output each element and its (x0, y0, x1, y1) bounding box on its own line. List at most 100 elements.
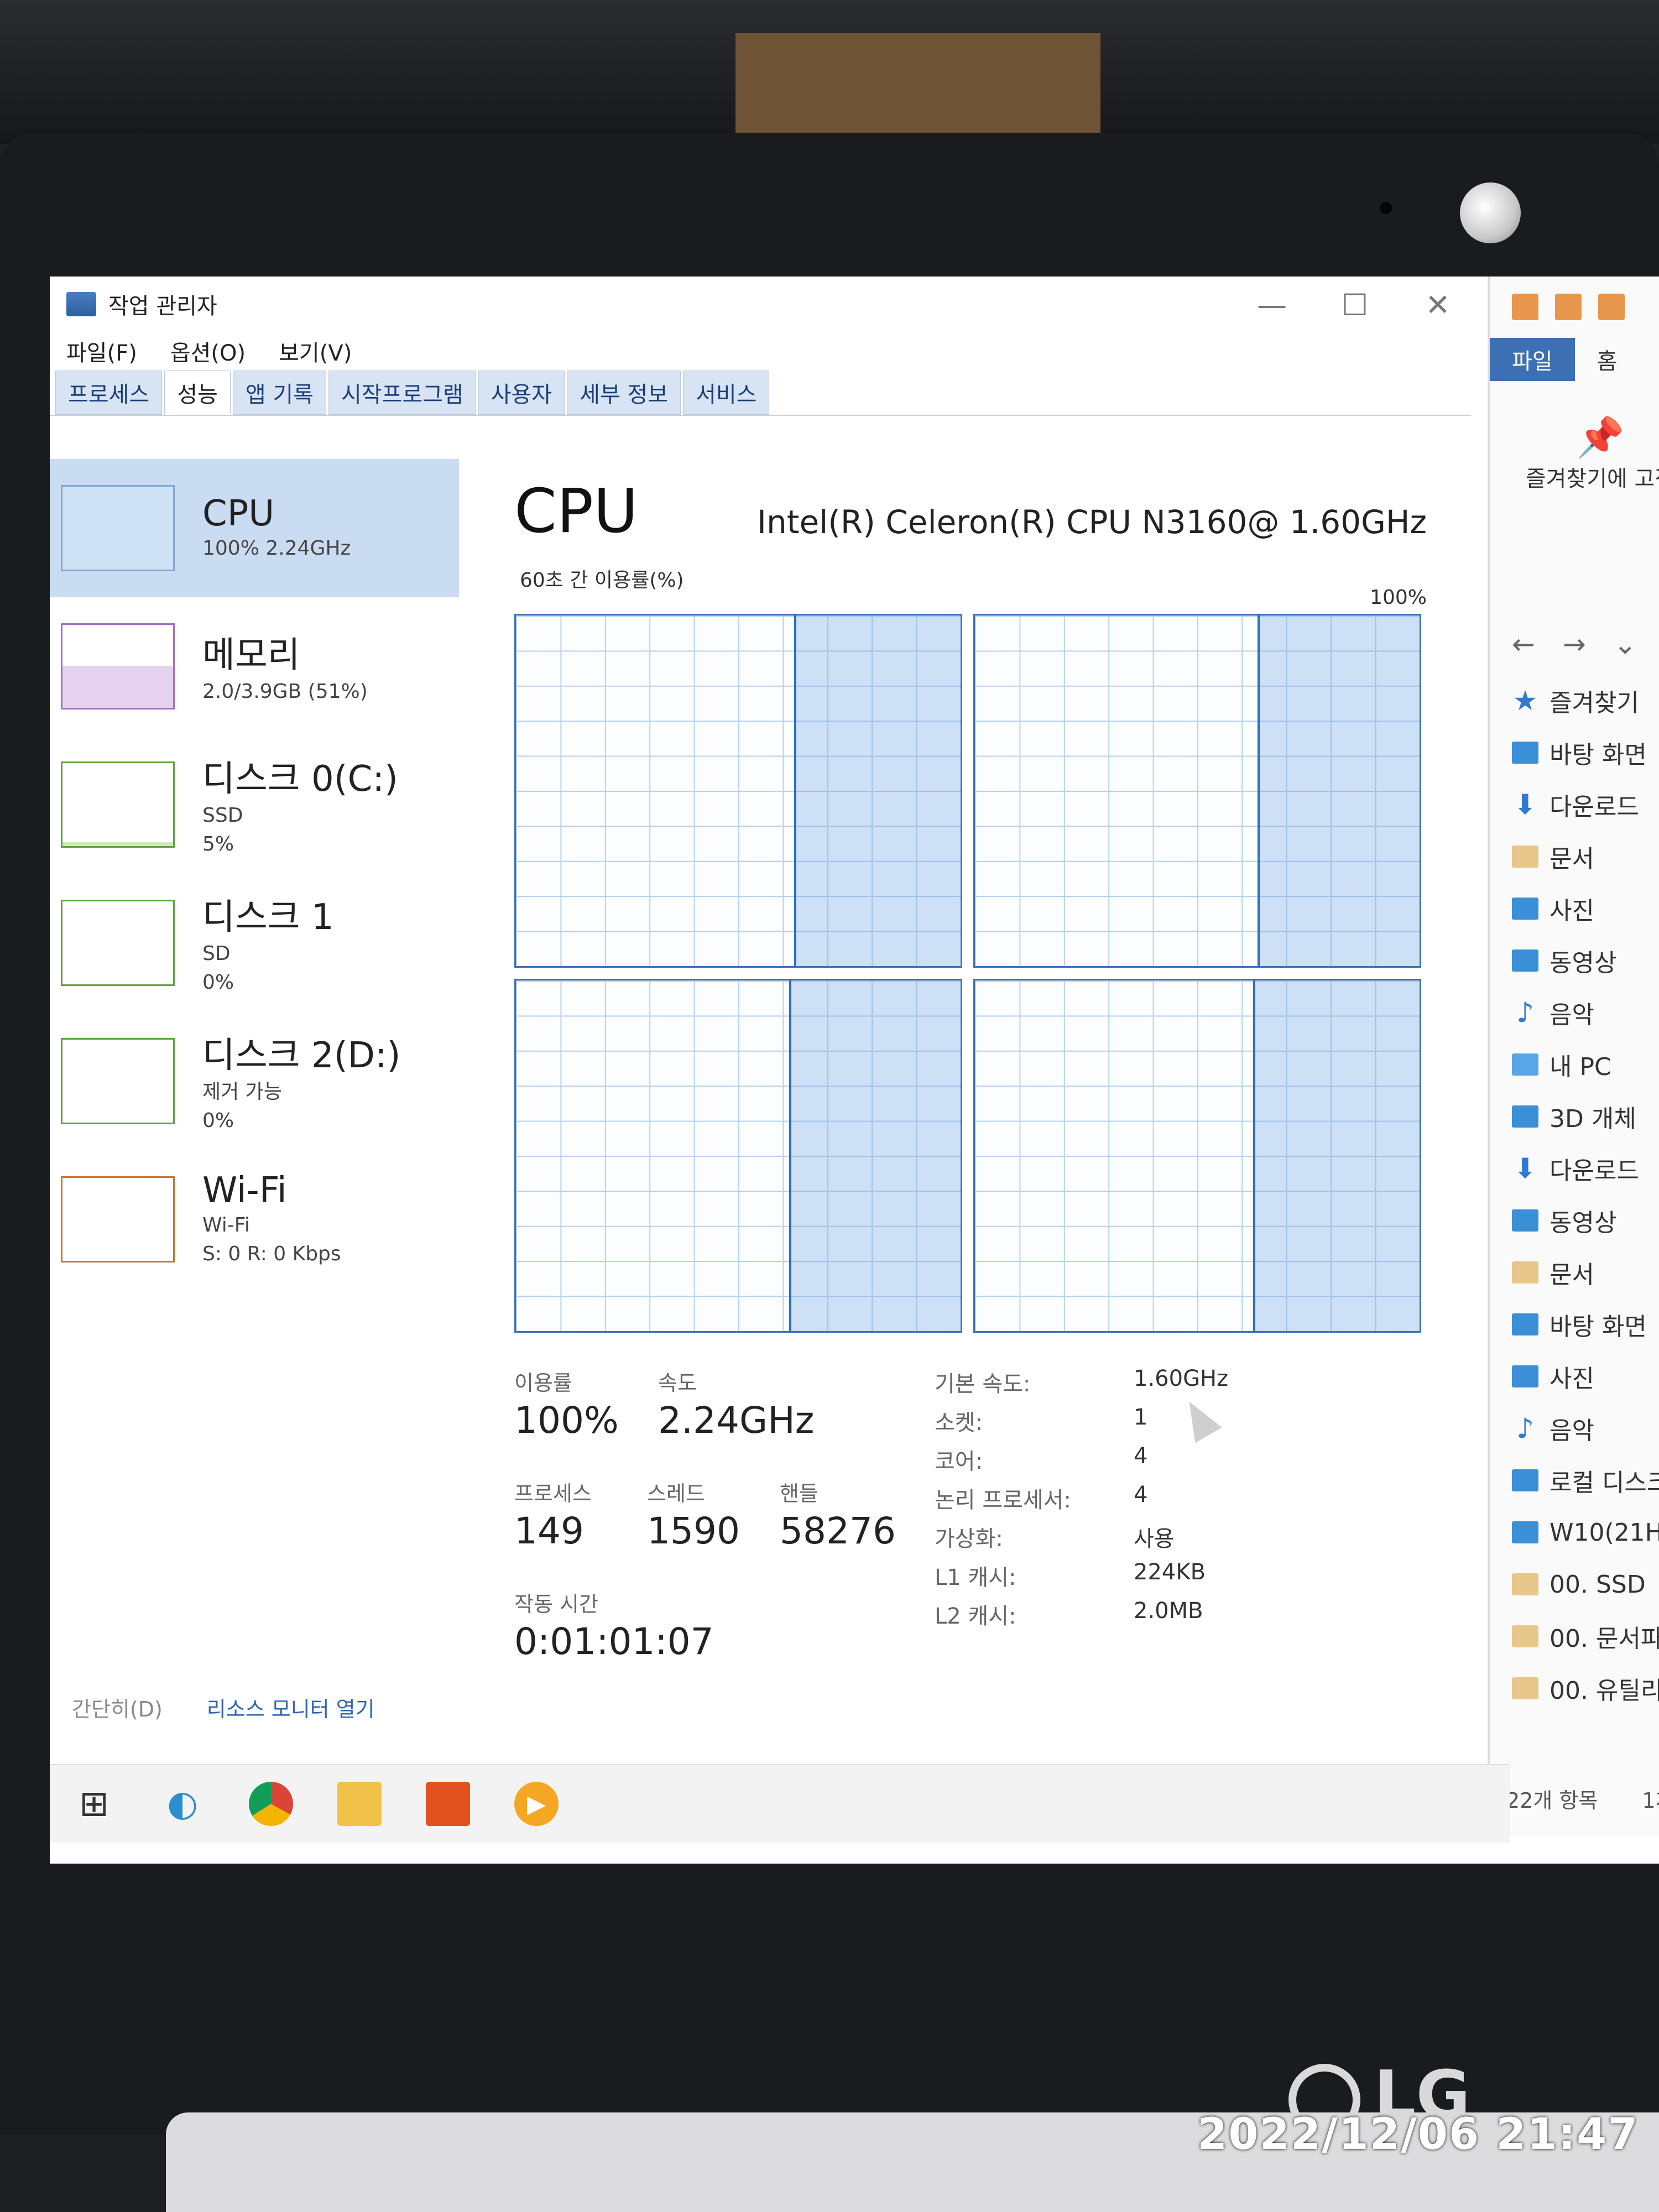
nav-item-label: 00. 문서파 (1550, 1625, 1659, 1653)
close-button[interactable]: ✕ (1416, 288, 1460, 322)
nav-item-label: 바탕 화면 (1550, 741, 1647, 769)
quick-access-toolbar (1490, 276, 1659, 337)
document-icon (1512, 846, 1538, 868)
folder-icon (1512, 1573, 1538, 1595)
detail-value: 2.0MB (1134, 1598, 1203, 1624)
nav-item-label: 바탕 화면 (1550, 1313, 1647, 1341)
nav-item[interactable]: W10(21H2) (1512, 1506, 1659, 1558)
menu-file[interactable]: 파일(F) (66, 335, 137, 367)
ribbon-tab-file[interactable]: 파일 (1490, 338, 1575, 381)
tab-processes[interactable]: 프로세스 (55, 371, 163, 415)
nav-item-label: 동영상 (1550, 1209, 1617, 1237)
laptop-screen: 작업 관리자 — ☐ ✕ 파일(F) 옵션(O) 보기(V) 프로세스 성능 앱… (50, 276, 1659, 1864)
sidebar-item-detail: SSD (202, 804, 243, 827)
nav-item[interactable]: 바탕 화면 (1512, 1298, 1659, 1350)
media-player-icon[interactable]: ▶ (514, 1782, 559, 1826)
maximize-button[interactable]: ☐ (1333, 288, 1377, 322)
nav-item[interactable]: ♪ 음악 (1512, 987, 1659, 1039)
nav-item[interactable]: 00. 유틸리 (1512, 1662, 1659, 1714)
nav-item-label: 사진 (1550, 1365, 1594, 1393)
nav-item-label: 00. 유틸리 (1550, 1677, 1659, 1705)
nav-item[interactable]: 문서 (1512, 831, 1659, 883)
sidebar-item-disk1[interactable]: 디스크 1 SD 0% (50, 874, 459, 1012)
disk1-thumbnail (61, 900, 175, 986)
nav-item[interactable]: 동영상 (1512, 1194, 1659, 1246)
uptime-label: 작동 시간 (514, 1592, 598, 1616)
desktop-icon (1512, 1313, 1538, 1335)
folder-icon (1512, 1677, 1538, 1699)
sidebar-item-disk0[interactable]: 디스크 0(C:) SSD 5% (50, 735, 459, 874)
resource-monitor-link[interactable]: 리소스 모니터 열기 (207, 1692, 375, 1723)
cpu-model: Intel(R) Celeron(R) CPU N3160@ 1.60GHz (757, 503, 1427, 541)
footer: 간단히(D) 리소스 모니터 열기 (72, 1692, 375, 1723)
navigation-pane: ★ 즐겨찾기 바탕 화면 ⬇ 다운로드 문서 사진 동영상 ♪ 음악 내 PC 3D … (1490, 675, 1659, 1714)
tab-startup[interactable]: 시작프로그램 (328, 371, 476, 415)
uptime-value: 0:01:01:07 (514, 1620, 714, 1663)
detail-key: 코어: (935, 1449, 983, 1474)
nav-item[interactable]: 동영상 (1512, 935, 1659, 987)
folder-icon[interactable] (1512, 294, 1538, 320)
pin-to-quick-access-button[interactable]: 📌 즐겨찾기에 고정 (1490, 382, 1659, 614)
sidebar-item-detail: 제거 가능 (202, 1080, 282, 1103)
pin-label: 즐겨찾기에 고정 (1525, 466, 1659, 492)
nav-item[interactable]: 사진 (1512, 1350, 1659, 1402)
windows-start-icon[interactable]: ⊞ (72, 1782, 116, 1826)
nav-item[interactable]: 바탕 화면 (1512, 727, 1659, 779)
nav-item[interactable]: 3D 개체 (1512, 1091, 1659, 1142)
office-icon[interactable] (426, 1782, 470, 1826)
nav-item[interactable]: ♪ 음악 (1512, 1402, 1659, 1454)
tab-app-history[interactable]: 앱 기록 (232, 371, 326, 415)
window-controls: — ☐ ✕ (1250, 288, 1460, 322)
window-title: 작업 관리자 (108, 294, 217, 319)
detail-value: 사용 (1134, 1526, 1175, 1552)
minimize-button[interactable]: — (1250, 288, 1294, 322)
nav-item[interactable]: 내 PC (1512, 1039, 1659, 1091)
sidebar-item-cpu[interactable]: CPU 100% 2.24GHz (50, 459, 459, 597)
chrome-icon[interactable] (249, 1782, 293, 1826)
light-glint (1460, 182, 1521, 243)
forward-icon[interactable]: → (1563, 628, 1586, 660)
file-explorer-icon[interactable] (337, 1782, 382, 1826)
tab-strip: 프로세스 성능 앱 기록 시작프로그램 사용자 세부 정보 서비스 (50, 371, 1471, 416)
graph-label: 60초 간 이용률(%) (520, 569, 684, 592)
menu-view[interactable]: 보기(V) (279, 335, 352, 367)
edge-icon[interactable]: ◐ (160, 1782, 205, 1826)
nav-item[interactable]: 00. SSD (1512, 1558, 1659, 1610)
selected-count: 1개 항 (1642, 1788, 1659, 1813)
sidebar-item-disk2[interactable]: 디스크 2(D:) 제거 가능 0% (50, 1012, 459, 1150)
detail-row: L1 캐시: 224KB (935, 1559, 1228, 1598)
tab-services[interactable]: 서비스 (683, 371, 770, 415)
core-usage-area (794, 615, 961, 966)
nav-item-label: 00. SSD (1550, 1570, 1646, 1599)
fewer-details-button[interactable]: 간단히(D) (72, 1692, 163, 1723)
chevron-down-icon[interactable]: ⌄ (1614, 628, 1637, 660)
tab-details[interactable]: 세부 정보 (567, 371, 681, 415)
sidebar-item-value: S: 0 R: 0 Kbps (202, 1243, 341, 1265)
tab-performance[interactable]: 성능 (164, 371, 231, 415)
disk0-thumbnail (61, 761, 175, 848)
tab-users[interactable]: 사용자 (478, 371, 565, 415)
core-usage-area (789, 980, 961, 1331)
processes-label: 프로세스 (514, 1481, 592, 1506)
nav-item[interactable]: 문서 (1512, 1246, 1659, 1298)
handles-label: 핸들 (780, 1481, 818, 1506)
menu-options[interactable]: 옵션(O) (170, 335, 246, 367)
ribbon-tab-home[interactable]: 홈 (1575, 338, 1640, 381)
photo-timestamp: 2022/12/06 21:47 (1197, 2110, 1639, 2159)
sidebar-item-value: 0% (202, 1109, 234, 1132)
properties-icon[interactable] (1555, 294, 1582, 320)
nav-item[interactable]: ⬇ 다운로드 (1512, 779, 1659, 831)
nav-item[interactable]: 00. 문서파 (1512, 1610, 1659, 1662)
nav-item[interactable]: 사진 (1512, 883, 1659, 935)
new-folder-icon[interactable] (1598, 294, 1625, 320)
core-graphs (514, 614, 1421, 1333)
sidebar-item-wifi[interactable]: Wi-Fi Wi-Fi S: 0 R: 0 Kbps (50, 1150, 459, 1288)
background-box (735, 33, 1100, 138)
nav-item[interactable]: ⬇ 다운로드 (1512, 1142, 1659, 1194)
nav-item[interactable]: 로컬 디스크 (1512, 1454, 1659, 1506)
nav-item[interactable]: ★ 즐겨찾기 (1512, 675, 1659, 727)
back-icon[interactable]: ← (1512, 628, 1535, 660)
drive-icon (1512, 1469, 1538, 1491)
video-icon (1512, 950, 1538, 972)
sidebar-item-memory[interactable]: 메모리 2.0/3.9GB (51%) (50, 597, 459, 735)
